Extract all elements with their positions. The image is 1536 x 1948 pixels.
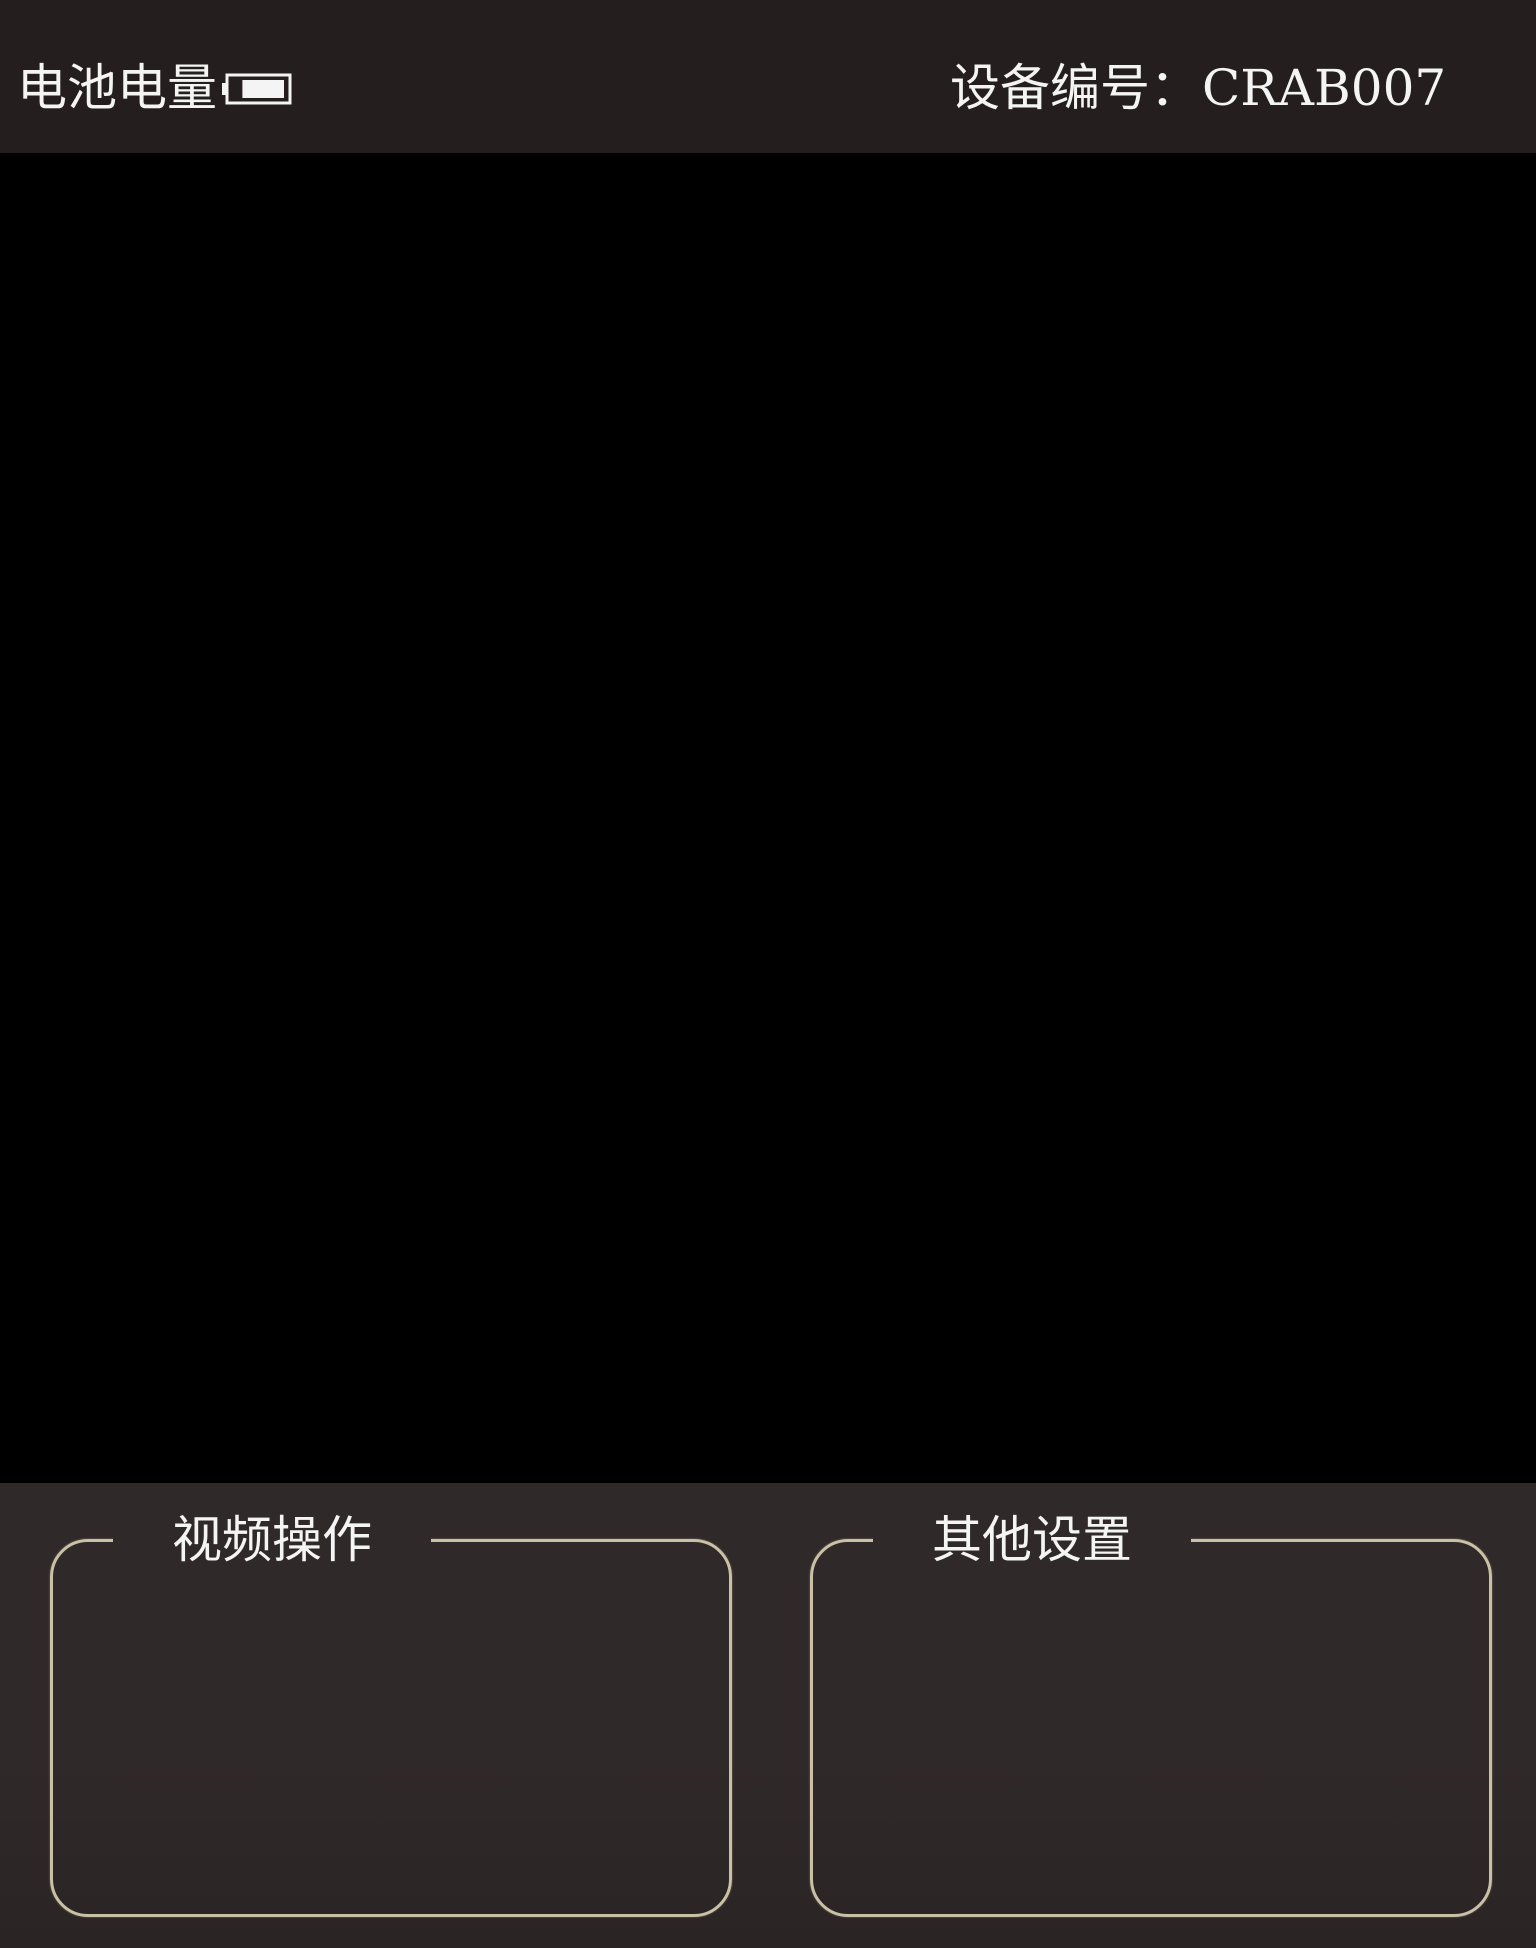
status-bar: 电池电量 设备编号：CRAB007 <box>0 0 1536 153</box>
other-settings-title: 其他设置 <box>932 1511 1132 1569</box>
battery-fill <box>242 80 284 98</box>
battery-icon <box>222 73 292 105</box>
video-operations-title: 视频操作 <box>172 1511 372 1569</box>
device-id-label: 设备编号 <box>950 59 1150 117</box>
device-id-value: CRAB007 <box>1202 59 1447 117</box>
device-id-separator: ： <box>1150 59 1200 117</box>
battery-label: 电池电量 <box>17 59 217 117</box>
other-settings-group: 其他设置 <box>810 1511 1492 1917</box>
control-panel: 视频操作 其他设置 <box>0 1483 1536 1948</box>
app-window: 电池电量 设备编号：CRAB007 视频操作 其他设置 <box>0 0 1536 1948</box>
video-operations-group: 视频操作 <box>50 1511 732 1917</box>
video-display[interactable] <box>0 153 1536 1483</box>
device-id: 设备编号：CRAB007 <box>950 56 1446 120</box>
